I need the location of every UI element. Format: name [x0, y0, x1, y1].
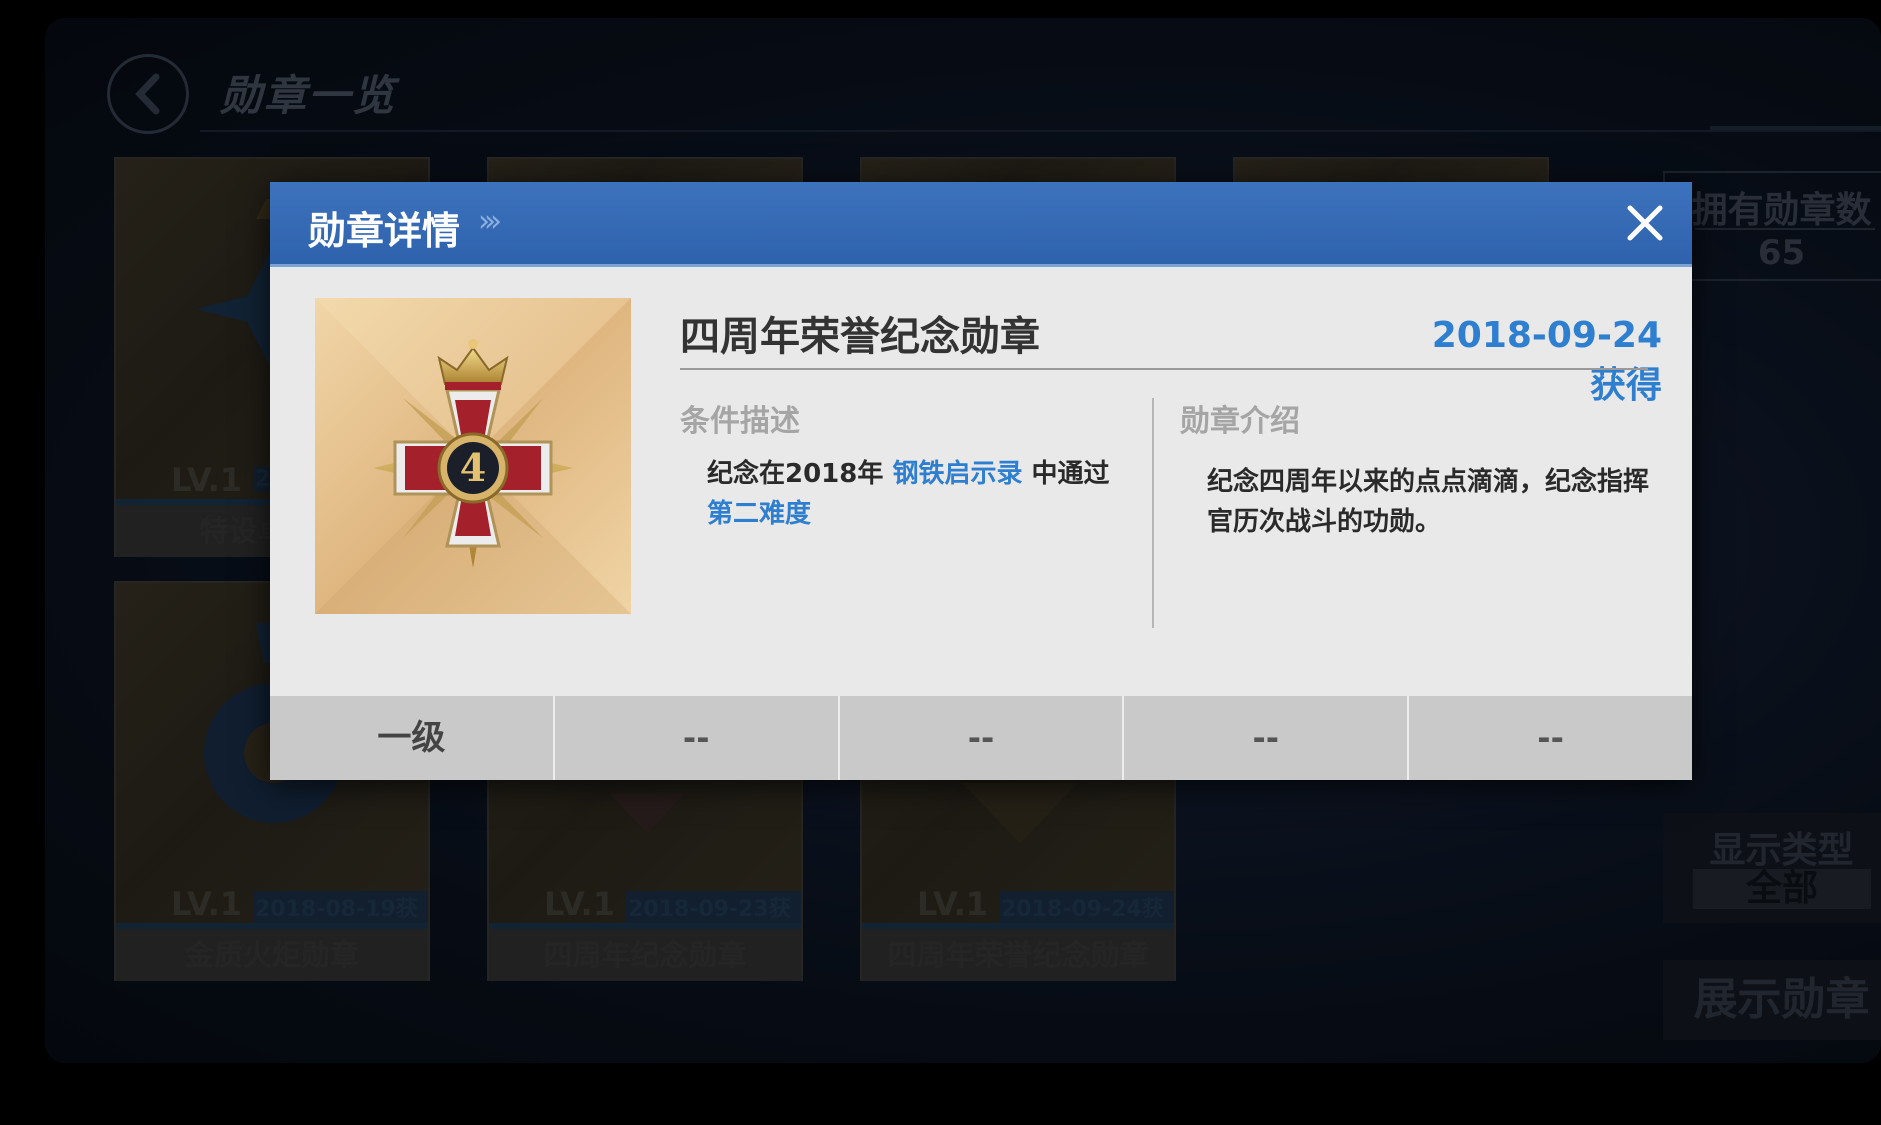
obtained-date: 2018-09-24 获得 [1431, 315, 1662, 406]
condition-highlight-campaign: 钢铁启示录 [892, 459, 1023, 489]
intro-title: 勋章介绍 [1180, 404, 1300, 439]
condition-description: 纪念在2018年 钢铁启示录 中通过第二难度 [707, 454, 1117, 534]
chevron-right-icon: ››› [478, 204, 502, 239]
level-tabs: 一级 -- -- -- -- [270, 696, 1692, 780]
condition-highlight-difficulty: 第二难度 [707, 499, 812, 529]
medal-number: 4 [460, 445, 486, 490]
level-tab-4[interactable]: -- [1124, 696, 1410, 780]
close-icon[interactable] [1622, 200, 1668, 246]
column-divider [1152, 398, 1154, 628]
condition-title: 条件描述 [680, 404, 800, 439]
name-divider [680, 368, 1648, 370]
medal-image: 4 [315, 298, 631, 614]
condition-middle: 中通过 [1031, 459, 1110, 489]
level-tab-2[interactable]: -- [555, 696, 840, 780]
level-tab-1[interactable]: 一级 [270, 696, 555, 780]
intro-description: 纪念四周年以来的点点滴滴，纪念指挥官历次战斗的功勋。 [1207, 467, 1650, 537]
modal-header: 勋章详情 ››› [270, 182, 1692, 267]
medal-detail-modal: 勋章详情 ››› 4 四周年荣誉纪念勋章 2018-09-24 获得 条件描述 … [270, 182, 1692, 780]
modal-title: 勋章详情 [308, 209, 461, 253]
medal-name-heading: 四周年荣誉纪念勋章 [680, 314, 1040, 360]
level-tab-3[interactable]: -- [840, 696, 1125, 780]
condition-prefix: 纪念在2018年 [707, 459, 884, 489]
level-tab-5[interactable]: -- [1409, 696, 1692, 780]
